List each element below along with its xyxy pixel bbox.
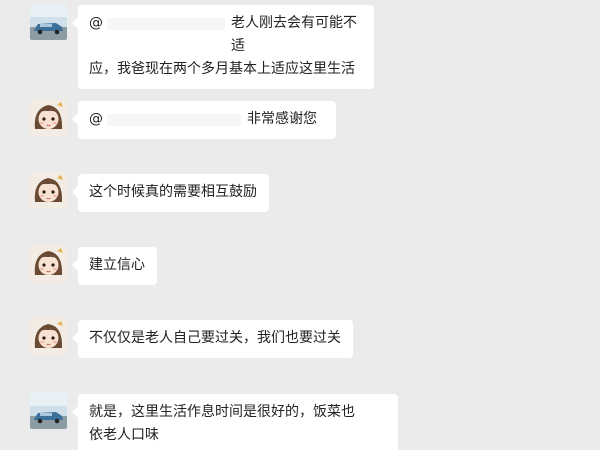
mention-line: @ 非常感谢您 — [89, 108, 324, 131]
message-text: 就是，这里生活作息时间是很好的，饭菜也 — [89, 404, 355, 420]
mention-symbol: @ — [89, 111, 103, 127]
message-bubble[interactable]: @ 老人刚去会有可能不适 应，我爸现在两个多月基本上适应这里生活 — [72, 5, 374, 89]
message-text: 应，我爸现在两个多月基本上适应这里生活 — [89, 61, 355, 77]
message-text: 老人刚去会有可能不适 — [230, 15, 357, 54]
message-bubble[interactable]: @ 非常感谢您 — [72, 101, 336, 139]
cartoon-girl-icon[interactable] — [30, 99, 67, 136]
message-bubble[interactable]: 不仅仅是老人自己要过关，我们也要过关 — [72, 320, 353, 358]
message-text: 依老人口味 — [89, 427, 159, 443]
cartoon-girl-icon[interactable] — [30, 172, 67, 209]
mention-name-redacted — [107, 18, 225, 30]
message-bubble[interactable]: 建立信心 — [72, 247, 157, 285]
chat-message: @ 老人刚去会有可能不适 应，我爸现在两个多月基本上适应这里生活 — [30, 3, 374, 89]
car-photo-icon[interactable] — [30, 392, 67, 429]
car-photo-icon[interactable] — [30, 3, 67, 40]
message-text: 建立信心 — [89, 257, 145, 273]
mention-symbol: @ — [89, 15, 103, 31]
message-text: 不仅仅是老人自己要过关，我们也要过关 — [89, 330, 341, 346]
mention-line: @ 老人刚去会有可能不适 — [89, 12, 362, 58]
chat-message: 建立信心 — [30, 245, 157, 285]
chat-message: 不仅仅是老人自己要过关，我们也要过关 — [30, 318, 353, 358]
chat-message: 这个时候真的需要相互鼓励 — [30, 172, 269, 212]
message-text: 非常感谢您 — [247, 111, 317, 127]
message-bubble[interactable]: 这个时候真的需要相互鼓励 — [72, 174, 269, 212]
cartoon-girl-icon[interactable] — [30, 245, 67, 282]
cartoon-girl-icon[interactable] — [30, 318, 67, 355]
chat-message-list[interactable]: @ 老人刚去会有可能不适 应，我爸现在两个多月基本上适应这里生活 @ 非常感谢您… — [0, 0, 600, 450]
mention-name-redacted — [107, 114, 241, 126]
chat-message: @ 非常感谢您 — [30, 99, 336, 139]
message-bubble[interactable]: 就是，这里生活作息时间是很好的，饭菜也 依老人口味 — [72, 394, 398, 450]
chat-message: 就是，这里生活作息时间是很好的，饭菜也 依老人口味 — [30, 392, 398, 450]
message-text: 这个时候真的需要相互鼓励 — [89, 184, 257, 200]
